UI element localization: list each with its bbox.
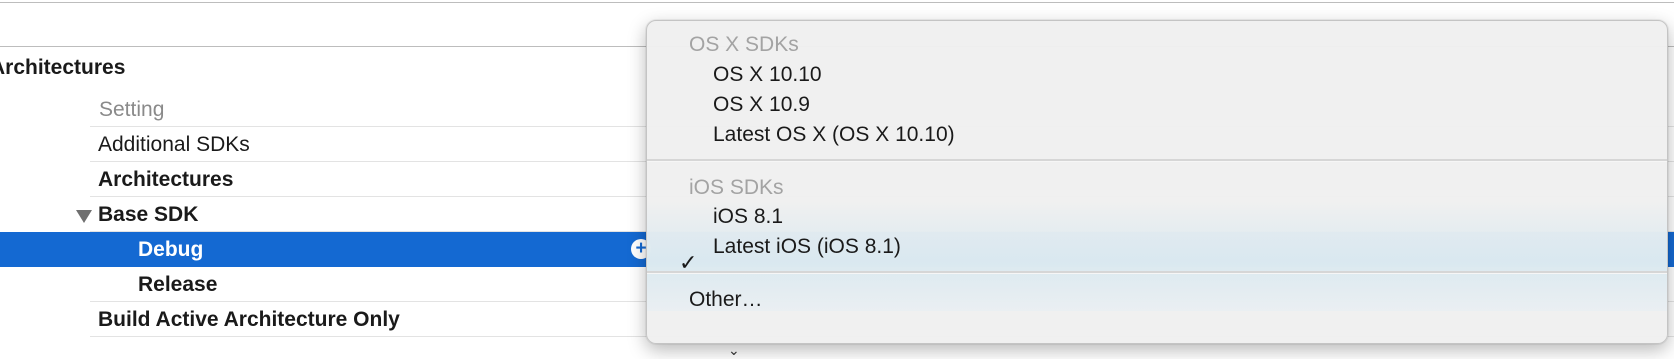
- disclosure-triangle-icon[interactable]: [76, 210, 92, 223]
- row-label: Release: [138, 273, 218, 296]
- row-label: Build Active Architecture Only: [98, 308, 400, 331]
- menu-item-osx-10-9[interactable]: OS X 10.9: [713, 93, 810, 117]
- popup-chevron-icon[interactable]: ⌄: [728, 342, 740, 359]
- top-border: [0, 2, 1674, 3]
- menu-item-osx-10-10[interactable]: OS X 10.10: [713, 63, 822, 87]
- menu-separator: [647, 271, 1667, 274]
- row-label: Base SDK: [98, 203, 199, 226]
- menu-item-ios-8-1[interactable]: iOS 8.1: [713, 205, 783, 229]
- menu-item-latest-ios[interactable]: Latest iOS (iOS 8.1): [713, 235, 901, 259]
- sdk-dropdown-menu[interactable]: OS X SDKs OS X 10.10 OS X 10.9 Latest OS…: [646, 20, 1668, 344]
- menu-group-title-ios: iOS SDKs: [689, 176, 784, 199]
- row-label: Additional SDKs: [98, 133, 250, 156]
- row-label: Debug: [138, 238, 204, 261]
- column-header-setting[interactable]: Setting: [99, 98, 164, 122]
- section-title: Architectures: [0, 56, 126, 79]
- menu-group-title-osx: OS X SDKs: [689, 33, 799, 56]
- menu-separator: [647, 159, 1667, 162]
- row-label: Architectures: [98, 168, 234, 191]
- menu-item-other[interactable]: Other…: [689, 288, 763, 312]
- menu-item-latest-osx[interactable]: Latest OS X (OS X 10.10): [713, 123, 955, 147]
